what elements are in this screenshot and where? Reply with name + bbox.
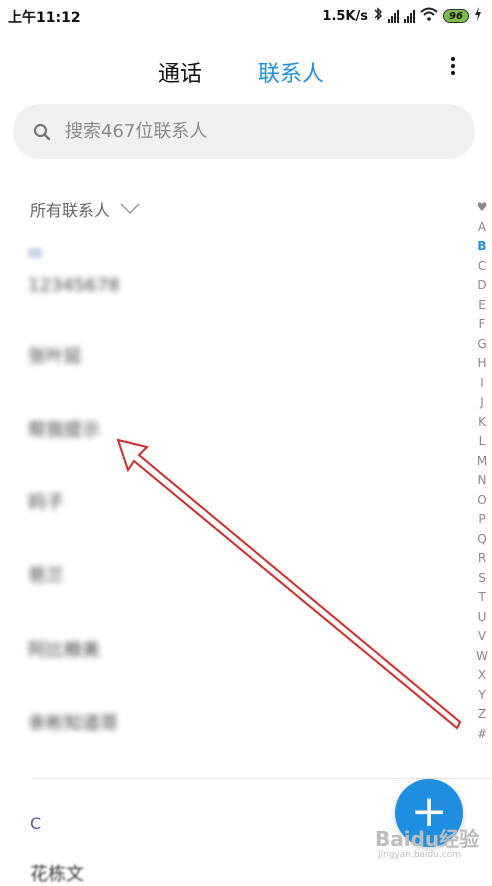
- contact-item[interactable]: 亲彬知道哥: [28, 707, 118, 737]
- network-speed: 1.5K/s: [322, 8, 368, 24]
- contact-item[interactable]: 张叶延: [28, 340, 82, 370]
- contact-item[interactable]: 妈子: [28, 486, 64, 516]
- alpha-index-letter[interactable]: E: [472, 296, 492, 316]
- alpha-index-letter[interactable]: W: [472, 647, 492, 667]
- alpha-index-letter[interactable]: H: [472, 354, 492, 374]
- bluetooth-icon: [373, 7, 383, 25]
- header: 通话 联系人: [0, 50, 492, 90]
- alpha-index-letter[interactable]: G: [472, 335, 492, 355]
- watermark: Baidu经验: [375, 827, 480, 851]
- alpha-index-letter[interactable]: F: [472, 315, 492, 335]
- contact-item[interactable]: 帮我提示: [28, 414, 100, 444]
- alpha-index-letter[interactable]: #: [472, 725, 492, 745]
- chevron-down-icon: [120, 200, 140, 219]
- alpha-index-letter[interactable]: Y: [472, 686, 492, 706]
- more-dot-icon: [451, 71, 455, 75]
- alpha-index-letter[interactable]: B: [472, 237, 492, 257]
- alpha-index-letter[interactable]: I: [472, 374, 492, 394]
- avatar-placeholder: [28, 248, 42, 258]
- more-dot-icon: [451, 57, 455, 61]
- alpha-index-letter[interactable]: J: [472, 393, 492, 413]
- alphabet-index[interactable]: ♥ A B C D E F G H I J K L M N O P Q R S T U V W X Y Z #: [472, 198, 492, 744]
- alpha-index-letter[interactable]: L: [472, 432, 492, 452]
- alpha-index-letter[interactable]: T: [472, 588, 492, 608]
- alpha-index-letter[interactable]: K: [472, 413, 492, 433]
- signal-icon-1: [388, 9, 399, 23]
- search-bar[interactable]: [13, 104, 475, 159]
- group-filter-label: 所有联系人: [30, 201, 111, 220]
- watermark-url: jingyan.baidu.com: [378, 850, 462, 860]
- contact-item[interactable]: 花栋文: [30, 860, 84, 886]
- alpha-index-letter[interactable]: U: [472, 608, 492, 628]
- search-input[interactable]: [63, 120, 447, 143]
- alpha-index-letter[interactable]: R: [472, 549, 492, 569]
- tab-contacts[interactable]: 联系人: [258, 56, 324, 88]
- status-icons: 1.5K/s 96: [322, 7, 482, 25]
- alpha-index-letter[interactable]: N: [472, 471, 492, 491]
- alpha-index-letter[interactable]: Q: [472, 530, 492, 550]
- charging-icon: [474, 7, 482, 25]
- contact-item[interactable]: 爸兰: [28, 559, 64, 589]
- status-bar: 上午11:12 1.5K/s 96: [0, 0, 492, 32]
- more-options-button[interactable]: [444, 54, 462, 84]
- wifi-icon: [420, 7, 438, 25]
- tab-calls[interactable]: 通话: [158, 56, 202, 88]
- signal-icon-2: [404, 9, 415, 23]
- alpha-index-letter[interactable]: D: [472, 276, 492, 296]
- group-filter-dropdown[interactable]: 所有联系人: [30, 197, 140, 221]
- search-icon: [33, 123, 51, 141]
- status-time: 上午11:12: [8, 10, 81, 26]
- more-dot-icon: [451, 64, 455, 68]
- contact-item[interactable]: 12345678: [28, 270, 120, 300]
- alpha-index-letter[interactable]: V: [472, 627, 492, 647]
- alpha-index-letter[interactable]: O: [472, 491, 492, 511]
- alpha-index-letter[interactable]: Z: [472, 705, 492, 725]
- alpha-index-letter[interactable]: C: [472, 257, 492, 277]
- alpha-index-letter[interactable]: A: [472, 218, 492, 238]
- alpha-index-letter[interactable]: ♥: [472, 198, 492, 218]
- alpha-index-letter[interactable]: P: [472, 510, 492, 530]
- section-header-c: C: [30, 814, 42, 833]
- alpha-index-letter[interactable]: S: [472, 569, 492, 589]
- contact-item[interactable]: 阿比粮美: [28, 634, 100, 664]
- alpha-index-letter[interactable]: M: [472, 452, 492, 472]
- alpha-index-letter[interactable]: X: [472, 666, 492, 686]
- battery-icon: 96: [443, 9, 469, 23]
